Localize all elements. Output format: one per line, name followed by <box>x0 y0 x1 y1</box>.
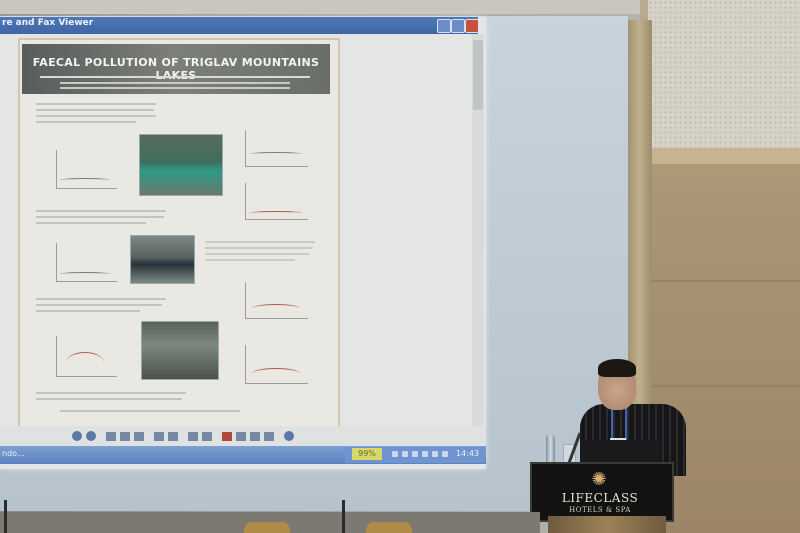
help-icon[interactable] <box>284 431 294 441</box>
lake-photo <box>130 235 195 284</box>
lectern-logo-subtext: HOTELS & SPA <box>569 506 631 514</box>
rotate-clockwise-icon[interactable] <box>188 432 198 441</box>
tray-icon[interactable] <box>422 451 428 457</box>
print-icon[interactable] <box>236 432 246 441</box>
poster-chart <box>56 243 117 282</box>
zoom-in-icon[interactable] <box>154 432 164 441</box>
poster-text-line <box>205 247 313 249</box>
poster-chart-curve <box>252 368 300 379</box>
tray-icon[interactable] <box>392 451 398 457</box>
taskbar-window-label[interactable]: ndo... <box>2 449 25 458</box>
best-fit-icon[interactable] <box>106 432 116 441</box>
poster-text-line <box>205 253 309 255</box>
poster-text-line <box>36 210 166 212</box>
table-microphone <box>342 500 345 533</box>
maximize-button[interactable] <box>451 19 465 33</box>
tray-icon[interactable] <box>432 451 438 457</box>
actual-size-icon[interactable] <box>120 432 130 441</box>
poster-text-line <box>36 115 156 117</box>
table-microphone <box>4 500 7 533</box>
poster-affiliation <box>60 82 290 84</box>
lectern-logo-text: LIFECLASS <box>561 491 639 505</box>
lake-photo <box>141 321 219 380</box>
poster-chart-curve <box>250 152 302 156</box>
poster-text-line <box>36 398 182 400</box>
rotate-counterclockwise-icon[interactable] <box>202 432 212 441</box>
poster-text-line <box>205 241 315 243</box>
tray-icon[interactable] <box>402 451 408 457</box>
panel-seam <box>652 385 800 387</box>
taskbar-clock: 14:43 <box>456 449 480 458</box>
poster-chart-curve <box>66 352 104 373</box>
previous-image-icon[interactable] <box>72 431 82 441</box>
poster-text-line <box>36 304 162 306</box>
acoustic-panel <box>648 0 800 148</box>
poster-text-line <box>36 310 140 312</box>
lectern-base <box>548 516 666 533</box>
poster-chart <box>245 130 308 167</box>
scrollbar-thumb[interactable] <box>473 40 483 110</box>
tray-icon[interactable] <box>412 451 418 457</box>
chair-back <box>244 522 290 533</box>
lake-photo <box>139 134 223 196</box>
wall-trim <box>648 148 800 164</box>
poster-text-line <box>36 222 146 224</box>
sun-logo-icon: ✺ <box>591 469 607 490</box>
tray-icon[interactable] <box>442 451 448 457</box>
presenter-hair <box>598 359 636 377</box>
poster-text-line <box>36 392 186 394</box>
poster-text-line <box>36 298 166 300</box>
poster-text-line <box>36 216 164 218</box>
poster-text-line <box>205 259 295 261</box>
close-button[interactable] <box>465 19 479 33</box>
poster-chart-curve <box>60 272 110 276</box>
open-for-editing-icon[interactable] <box>264 432 274 441</box>
poster-text-line <box>36 109 154 111</box>
slideshow-icon[interactable] <box>134 432 144 441</box>
chair-back <box>366 522 412 533</box>
poster-chart <box>245 282 308 319</box>
minimize-button[interactable] <box>437 19 451 33</box>
poster-text-line <box>60 410 240 412</box>
poster-chart-curve <box>252 304 300 313</box>
panel-seam <box>652 280 800 282</box>
viewer-title: re and Fax Viewer <box>2 18 94 28</box>
next-image-icon[interactable] <box>86 431 96 441</box>
poster-chart-curve <box>60 178 110 182</box>
presenter-lanyard <box>611 408 627 442</box>
poster-text-line <box>36 121 136 123</box>
zoom-indicator: 99% <box>352 448 382 460</box>
poster-affiliation <box>60 87 290 89</box>
poster-title: FAECAL POLLUTION OF TRIGLAV MOUNTAINS LA… <box>32 56 320 82</box>
delete-icon[interactable] <box>222 432 232 441</box>
copy-to-icon[interactable] <box>250 432 260 441</box>
poster-chart <box>56 150 117 189</box>
zoom-out-icon[interactable] <box>168 432 178 441</box>
poster-authors <box>40 76 310 78</box>
poster-text-line <box>36 103 156 105</box>
poster-chart-curve <box>250 211 302 215</box>
